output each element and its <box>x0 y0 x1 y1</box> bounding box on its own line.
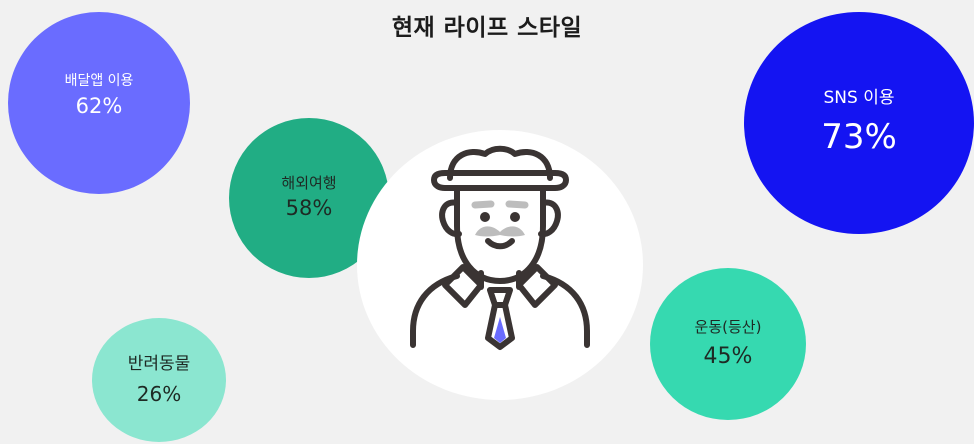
elderly-man-with-hat-icon <box>410 145 590 350</box>
bubble-label: 반려동물 <box>127 353 191 374</box>
bubble-sns: SNS 이용 73% <box>744 12 974 234</box>
bubble-value: 58% <box>285 196 333 221</box>
bubble-value: 45% <box>703 343 753 369</box>
bubble-value: 62% <box>75 93 123 118</box>
bubble-delivery-app: 배달앱 이용 62% <box>8 12 190 194</box>
bubble-label: 운동(등산) <box>694 317 762 336</box>
bubble-pet: 반려동물 26% <box>92 318 226 442</box>
bubble-label: 배달앱 이용 <box>64 73 134 89</box>
bubble-label: 해외여행 <box>281 174 337 193</box>
bubble-label: SNS 이용 <box>823 88 895 109</box>
bubble-value: 73% <box>821 116 897 157</box>
bubble-value: 26% <box>136 382 182 407</box>
bubble-exercise-hiking: 운동(등산) 45% <box>650 268 806 420</box>
avatar <box>357 130 643 400</box>
